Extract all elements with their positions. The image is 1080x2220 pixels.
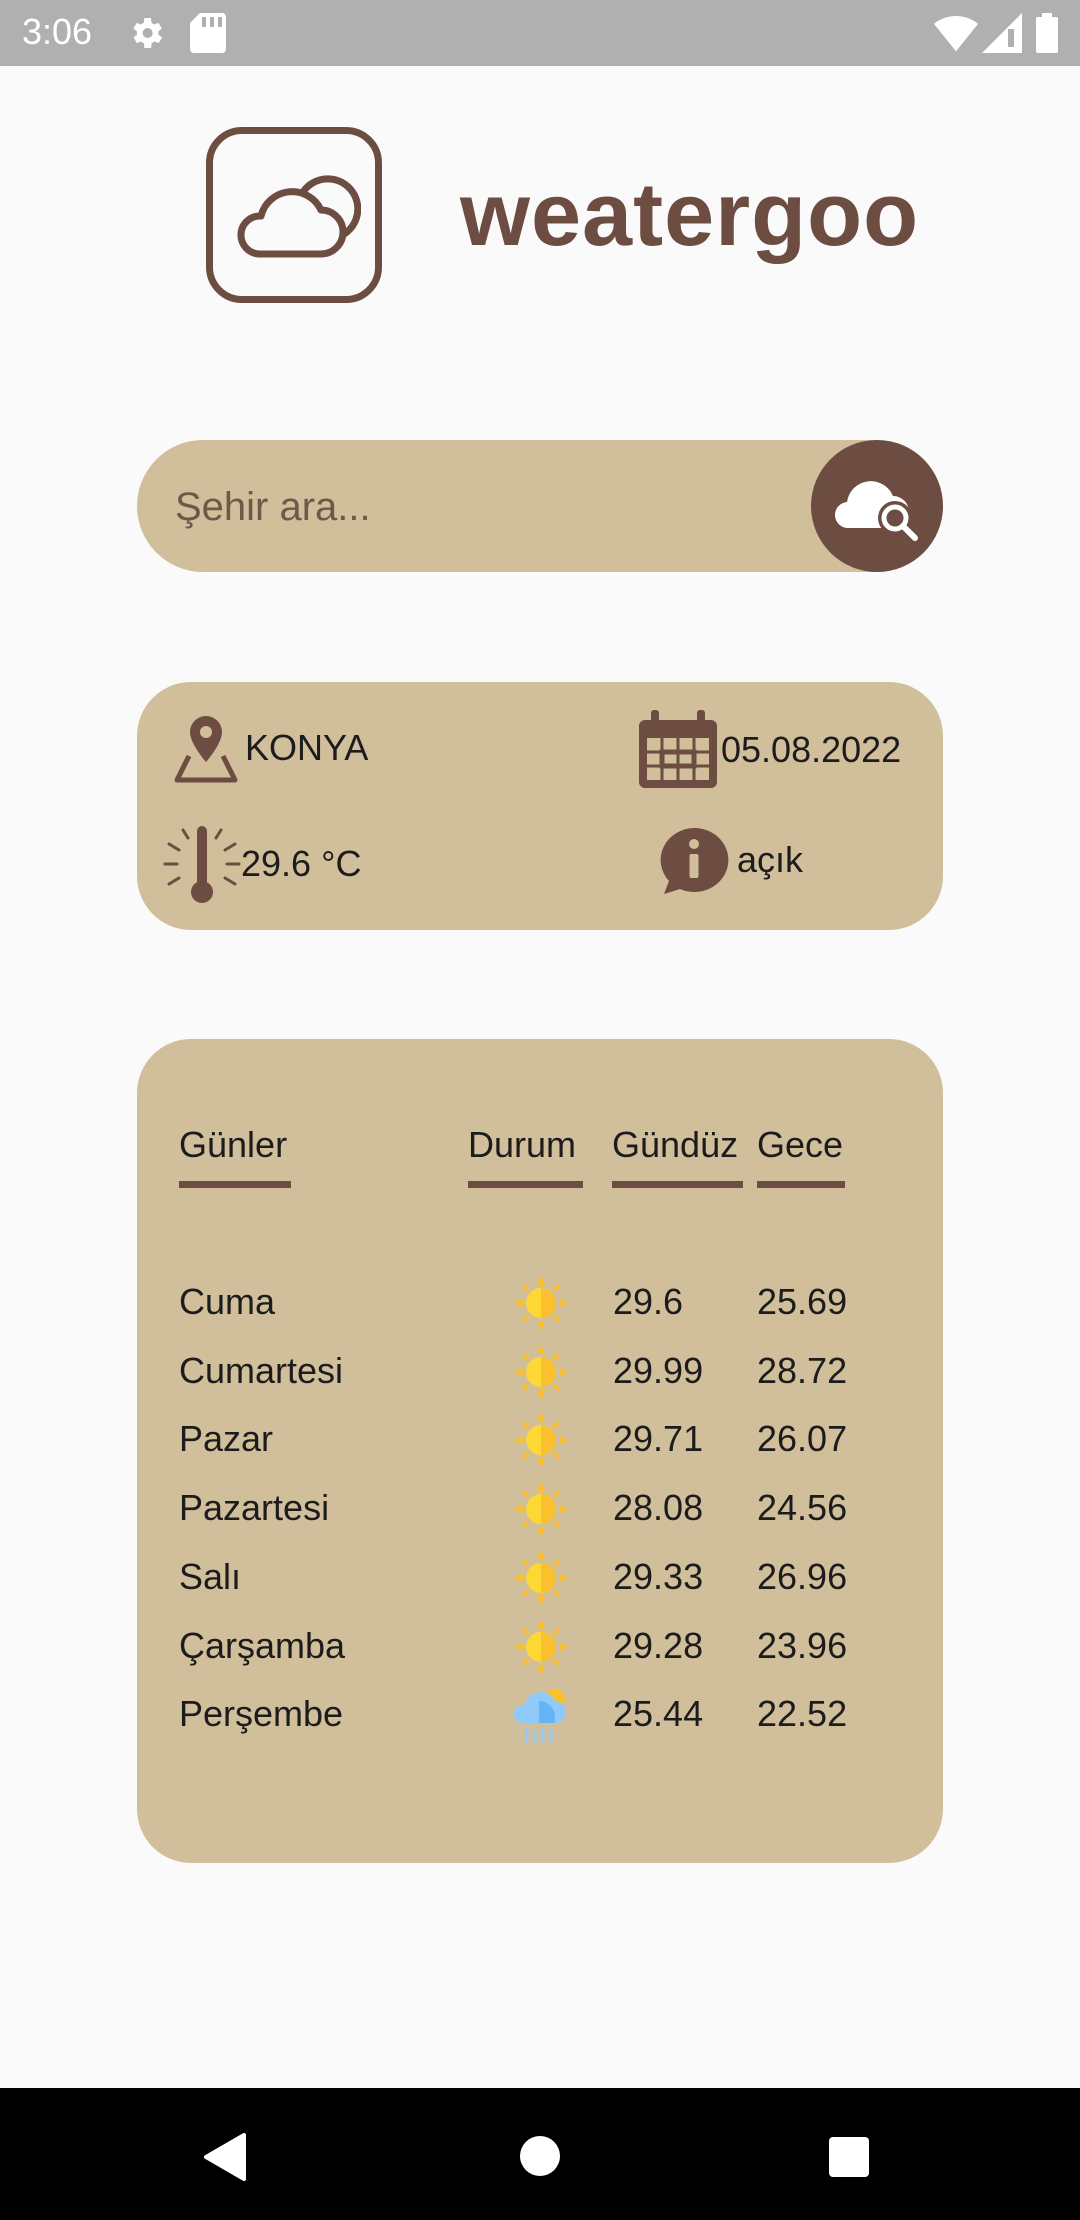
forecast-day: Pazartesi — [179, 1487, 330, 1529]
city-search-input[interactable] — [173, 468, 797, 546]
forecast-night-temp: 26.96 — [757, 1555, 848, 1597]
back-icon[interactable] — [202, 2132, 248, 2182]
header-daytime: Gündüz — [612, 1124, 739, 1165]
forecast-row: Perşembe 25.44 22.52 — [137, 1685, 943, 1745]
forecast-day: Cuma — [179, 1281, 276, 1322]
forecast-day-temp: 29.6 — [613, 1281, 684, 1322]
search-bar — [137, 440, 943, 572]
forecast-day: Salı — [179, 1555, 242, 1597]
forecast-row: Cuma 29.6 25.69 — [137, 1273, 943, 1333]
battery-icon — [1036, 13, 1058, 58]
sun-icon — [509, 1342, 573, 1411]
forecast-card: Günler Durum Gündüz Gece Cuma 29.6 25.69 Cu… — [137, 1039, 943, 1863]
forecast-night-temp: 24.56 — [757, 1487, 848, 1529]
forecast-row: Pazartesi 28.08 24.56 — [137, 1479, 943, 1539]
header-night: Gece — [757, 1124, 844, 1165]
sun-icon — [509, 1617, 573, 1686]
forecast-night-temp: 23.96 — [757, 1624, 848, 1666]
forecast-day-temp: 29.28 — [613, 1624, 704, 1666]
forecast-day-temp: 29.33 — [613, 1555, 704, 1597]
app-title: weatergoo — [460, 165, 920, 265]
sd-card-icon — [190, 13, 226, 58]
cloud-logo-icon — [237, 175, 361, 258]
header-underline — [757, 1181, 845, 1188]
info-bubble-icon — [660, 827, 729, 894]
sun-icon — [509, 1479, 573, 1548]
forecast-day-temp: 29.71 — [613, 1418, 704, 1460]
forecast-day: Perşembe — [179, 1693, 344, 1735]
header-underline — [612, 1181, 743, 1188]
sun-icon — [509, 1273, 573, 1342]
forecast-night-temp: 22.52 — [757, 1693, 848, 1735]
status-time: 3:06 — [22, 11, 93, 52]
description-item: açık — [655, 824, 803, 896]
wifi-icon — [934, 13, 978, 58]
map-pin-icon — [174, 716, 238, 783]
search-button[interactable] — [811, 440, 943, 572]
forecast-day: Çarşamba — [179, 1624, 346, 1666]
forecast-day: Cumartesi — [179, 1349, 344, 1391]
settings-icon — [126, 13, 166, 58]
forecast-row: Cumartesi 29.99 28.72 — [137, 1342, 943, 1402]
forecast-night-temp: 26.07 — [757, 1418, 848, 1460]
forecast-day-temp: 25.44 — [613, 1693, 704, 1735]
current-date: 05.08.2022 — [721, 729, 902, 770]
city-name: KONYA — [245, 727, 369, 768]
recents-icon[interactable] — [828, 2136, 870, 2178]
calendar-icon — [639, 710, 717, 788]
current-weather-card: KONYA 05.08.2022 29.6 °C açık — [137, 682, 943, 930]
forecast-day-temp: 29.99 — [613, 1349, 704, 1391]
header-status: Durum — [468, 1124, 577, 1165]
header-underline — [179, 1181, 291, 1188]
navigation-bar — [0, 2088, 1080, 2220]
header-underline — [468, 1181, 583, 1188]
app-logo — [206, 127, 382, 303]
sun-icon — [509, 1410, 573, 1479]
current-temperature: 29.6 °C — [241, 843, 362, 884]
forecast-row: Çarşamba 29.28 23.96 — [137, 1617, 943, 1677]
home-icon[interactable] — [518, 2134, 562, 2178]
status-bar: 3:06 — [0, 0, 1080, 66]
forecast-day: Pazar — [179, 1418, 274, 1460]
thermometer-icon — [163, 826, 241, 903]
forecast-day-temp: 28.08 — [613, 1487, 704, 1529]
header-days: Günler — [179, 1124, 288, 1165]
temperature-item: 29.6 °C — [163, 822, 361, 906]
location-item: KONYA — [169, 712, 368, 784]
sun-icon — [509, 1548, 573, 1617]
forecast-night-temp: 25.69 — [757, 1281, 848, 1322]
date-item: 05.08.2022 — [635, 708, 901, 792]
forecast-row: Salı 29.33 26.96 — [137, 1548, 943, 1608]
signal-icon — [982, 13, 1022, 58]
cloud-search-icon — [834, 481, 918, 541]
forecast-row: Pazar 29.71 26.07 — [137, 1410, 943, 1470]
forecast-night-temp: 28.72 — [757, 1349, 848, 1391]
weather-description: açık — [737, 839, 804, 880]
rain-cloud-icon — [509, 1685, 573, 1754]
